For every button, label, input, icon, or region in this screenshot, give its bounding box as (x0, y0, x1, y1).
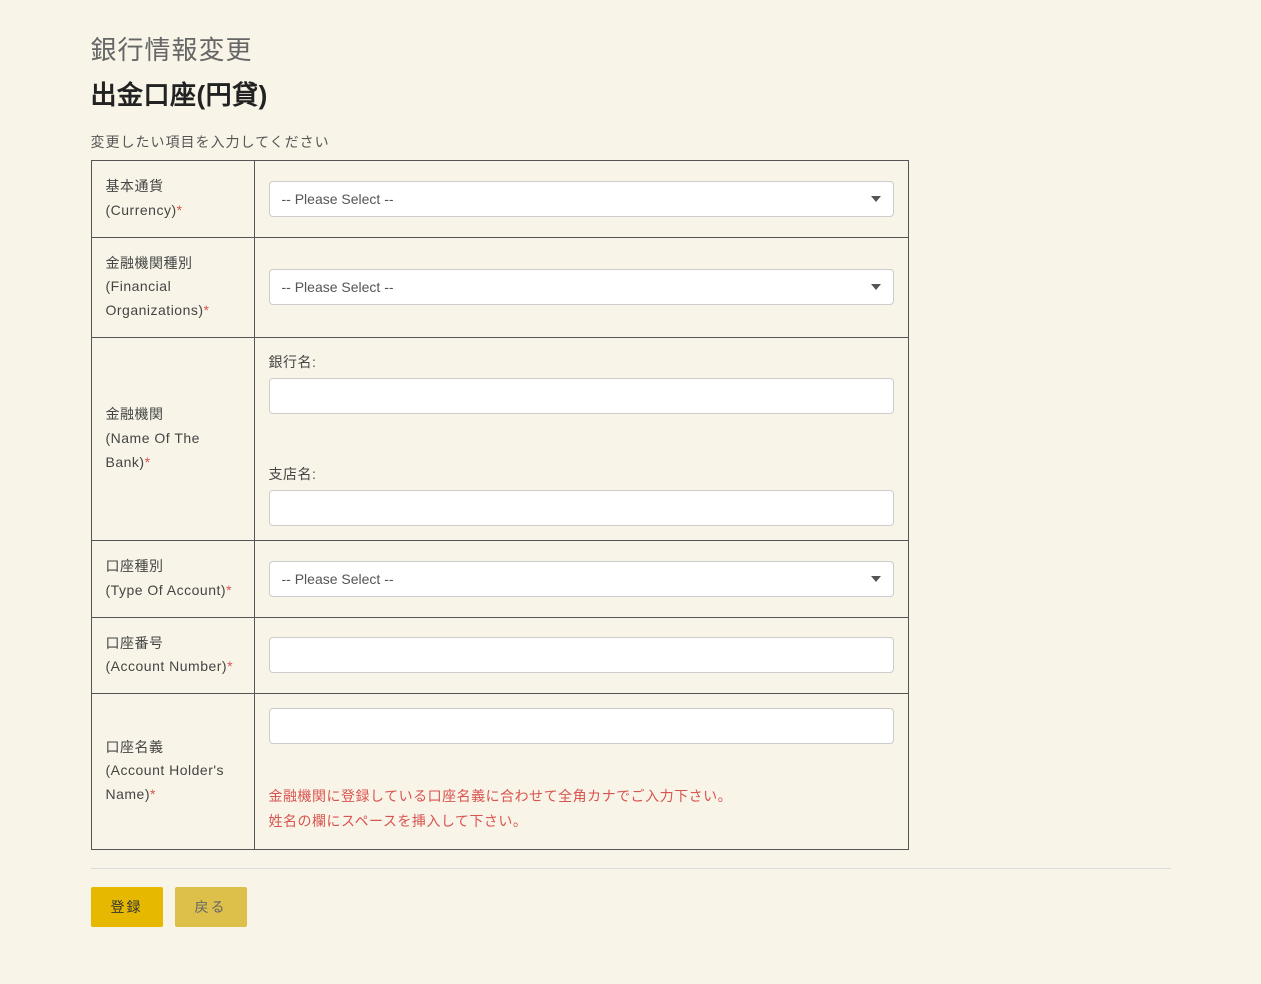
account-number-row: 口座番号 (Account Number)* (91, 617, 908, 694)
account-type-select[interactable]: -- Please Select -- (269, 561, 894, 597)
branch-name-input[interactable] (269, 490, 894, 526)
currency-label: 基本通貨 (Currency)* (91, 161, 254, 238)
account-holder-row: 口座名義 (Account Holder's Name)* 金融機関に登録してい… (91, 694, 908, 849)
divider (91, 868, 1171, 869)
account-holder-input[interactable] (269, 708, 894, 744)
financial-org-label: 金融機関種別 (Financial Organizations)* (91, 237, 254, 337)
form-container: 銀行情報変更 出金口座(円貸) 変更したい項目を入力してください 基本通貨 (C… (71, 30, 1191, 927)
account-number-input[interactable] (269, 637, 894, 673)
required-mark: * (204, 302, 210, 318)
financial-org-row: 金融機関種別 (Financial Organizations)* -- Ple… (91, 237, 908, 337)
required-mark: * (177, 202, 183, 218)
instruction-text: 変更したい項目を入力してください (91, 132, 1171, 152)
submit-button[interactable]: 登録 (91, 887, 163, 927)
button-row: 登録 戻る (91, 887, 1171, 927)
bank-name-label: 金融機関 (Name Of The Bank)* (91, 337, 254, 540)
account-type-row: 口座種別 (Type Of Account)* -- Please Select… (91, 540, 908, 617)
account-type-label: 口座種別 (Type Of Account)* (91, 540, 254, 617)
required-mark: * (227, 658, 233, 674)
account-holder-help: 金融機関に登録している口座名義に合わせて全角カナでご入力下さい。 姓名の欄にスペ… (269, 784, 894, 834)
page-subtitle: 出金口座(円貸) (91, 75, 1171, 112)
currency-row: 基本通貨 (Currency)* -- Please Select -- (91, 161, 908, 238)
page-title: 銀行情報変更 (91, 30, 1171, 67)
bank-name-block: 銀行名: (269, 352, 894, 414)
account-holder-label: 口座名義 (Account Holder's Name)* (91, 694, 254, 849)
currency-select[interactable]: -- Please Select -- (269, 181, 894, 217)
financial-org-select[interactable]: -- Please Select -- (269, 269, 894, 305)
form-table: 基本通貨 (Currency)* -- Please Select -- 金融機… (91, 160, 909, 850)
bank-name-row: 金融機関 (Name Of The Bank)* 銀行名: 支店名: (91, 337, 908, 540)
branch-name-block: 支店名: (269, 464, 894, 526)
branch-name-sublabel: 支店名: (269, 464, 894, 484)
back-button[interactable]: 戻る (175, 887, 247, 927)
required-mark: * (150, 786, 156, 802)
required-mark: * (226, 582, 232, 598)
required-mark: * (145, 454, 151, 470)
account-number-label: 口座番号 (Account Number)* (91, 617, 254, 694)
bank-name-sublabel: 銀行名: (269, 352, 894, 372)
bank-name-input[interactable] (269, 378, 894, 414)
